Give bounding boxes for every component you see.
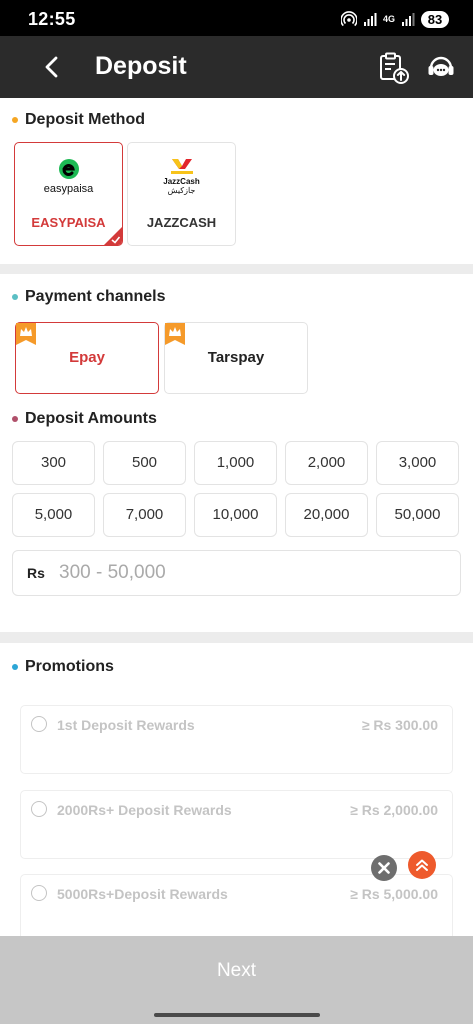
deposit-amounts-title: Deposit Amounts [25,410,157,427]
channel-label: Epay [69,349,105,366]
amount-option-300[interactable]: 300 [12,441,95,485]
method-easypaisa[interactable]: easypaisa EASYPAISA [14,142,123,246]
method-jazzcash[interactable]: JazzCash جازکیش JAZZCASH [127,142,236,246]
amount-option-500[interactable]: 500 [103,441,186,485]
promotions-title: Promotions [25,658,114,675]
scroll-top-button[interactable] [408,851,436,879]
page-title: Deposit [95,52,187,80]
promo-name: 2000Rs+ Deposit Rewards [57,802,232,818]
status-time: 12:55 [28,9,76,29]
amount-option-2000[interactable]: 2,000 [285,441,368,485]
jazzcash-wordmark: JazzCash [163,176,200,186]
status-icons: 4G 83 [340,9,449,29]
customer-service-icon[interactable] [425,52,457,84]
jazzcash-logo-icon [170,158,193,174]
clipboard-upload-icon[interactable] [376,51,410,85]
close-float-button[interactable] [371,855,397,881]
channel-tarspay[interactable]: Tarspay [164,322,308,394]
channel-label: Tarspay [207,349,265,366]
amount-option-20000[interactable]: 20,000 [285,493,368,537]
promo-name: 1st Deposit Rewards [57,717,195,733]
crown-badge-icon [16,323,36,345]
status-bar: 12:55 4G 83 [0,0,473,42]
chevron-left-icon[interactable] [38,53,66,81]
hotspot-icon [340,11,357,27]
section-bullet [12,294,18,300]
radio-button[interactable] [31,885,47,901]
next-button[interactable]: Next [0,936,473,1024]
amount-option-10000[interactable]: 10,000 [194,493,277,537]
easypaisa-logo-icon [58,158,79,179]
payment-channels-title: Payment channels [25,288,166,305]
amount-option-3000[interactable]: 3,000 [376,441,459,485]
section-bullet [12,117,18,123]
battery-level: 83 [421,10,449,28]
easypaisa-wordmark: easypaisa [43,182,94,195]
section-bullet [12,664,18,670]
amount-option-1000[interactable]: 1,000 [194,441,277,485]
promo-min-amount: ≥ Rs 2,000.00 [350,802,438,818]
promo-name: 5000Rs+Deposit Rewards [57,886,228,902]
promo-min-amount: ≥ Rs 5,000.00 [350,886,438,902]
signal-icon [363,13,377,26]
promo-item[interactable]: 1st Deposit Rewards ≥ Rs 300.00 [20,705,453,774]
double-chevron-up-icon [416,859,428,871]
jazzcash-logo: JazzCash جازکیش [128,153,235,199]
channel-epay[interactable]: Epay [15,322,159,394]
method-label: JAZZCASH [146,215,217,230]
amount-input-field[interactable]: Rs [12,550,461,596]
selected-check-icon [104,227,122,245]
jazzcash-wordmark-urdu: جازکیش [167,185,196,195]
radio-button[interactable] [31,716,47,732]
deposit-method-title: Deposit Method [25,111,145,128]
amount-input[interactable] [59,557,449,589]
signal-icon [402,13,415,26]
radio-button[interactable] [31,801,47,817]
close-icon [378,862,390,874]
amount-option-50000[interactable]: 50,000 [376,493,459,537]
home-indicator[interactable] [154,1013,320,1017]
crown-badge-icon [165,323,185,345]
app-header: Deposit [0,36,473,98]
promo-item[interactable]: 5000Rs+Deposit Rewards ≥ Rs 5,000.00 [20,874,453,943]
network-type: 4G [382,14,395,24]
promo-item[interactable]: 2000Rs+ Deposit Rewards ≥ Rs 2,000.00 [20,790,453,859]
easypaisa-logo: easypaisa [15,153,122,199]
promo-min-amount: ≥ Rs 300.00 [361,717,438,733]
next-label: Next [216,960,257,981]
currency-label: Rs [27,565,45,581]
section-bullet [12,416,18,422]
amount-option-7000[interactable]: 7,000 [103,493,186,537]
amount-option-5000[interactable]: 5,000 [12,493,95,537]
